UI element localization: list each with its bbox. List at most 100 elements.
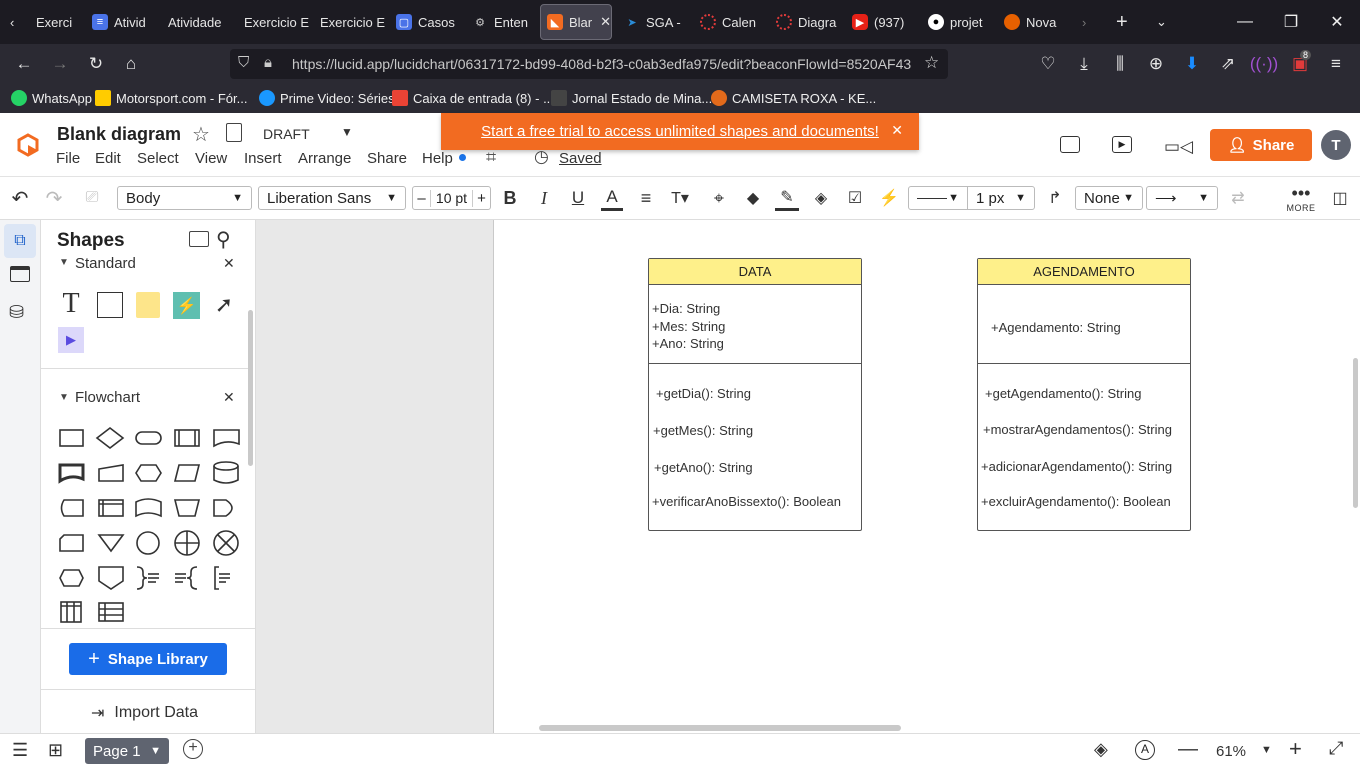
shapes-scrollbar[interactable]	[248, 310, 253, 466]
tab-12[interactable]: ▶ (937)	[846, 4, 918, 40]
tab-5[interactable]: Exercicio E	[314, 4, 386, 40]
shapes-tab-icon[interactable]: ⧉	[4, 224, 36, 258]
agenda-method-get[interactable]: +getAgendamento(): String	[985, 386, 1141, 401]
document-icon[interactable]	[226, 123, 242, 142]
home-icon[interactable]: ⌂	[117, 50, 145, 78]
menu-view[interactable]: View	[195, 150, 227, 167]
download-icon[interactable]: ⤓	[1070, 50, 1098, 78]
trial-banner[interactable]: Start a free trial to access unlimited s…	[441, 113, 919, 150]
tab-8-active[interactable]: ◣ Blar ✕	[540, 4, 612, 40]
line-style-select[interactable]: ▼	[908, 186, 968, 210]
forward-icon[interactable]: →	[46, 50, 74, 78]
sticky-note-shape[interactable]	[136, 292, 160, 318]
bookmark-whatsapp[interactable]: WhatsApp	[11, 90, 92, 106]
reload-icon[interactable]: ↻	[82, 50, 110, 78]
class-data-header[interactable]: DATA	[649, 259, 861, 285]
panel-toggle-icon[interactable]: ◫	[1328, 185, 1352, 211]
collapse-flowchart-icon[interactable]: ▼	[59, 392, 69, 403]
class-data[interactable]: DATA +Dia: String +Mes: String +Ano: Str…	[648, 258, 862, 531]
pages-tab-icon[interactable]	[10, 266, 30, 282]
canvas-vertical-scrollbar[interactable]	[1353, 358, 1358, 508]
format-painter-icon[interactable]: ⎚	[80, 185, 104, 211]
tab-scroll-right-button[interactable]: ›	[1076, 4, 1096, 40]
arrow-shape[interactable]: ➚	[211, 292, 237, 318]
agenda-attribute[interactable]: +Agendamento: String	[991, 320, 1121, 335]
close-flowchart-icon[interactable]: ✕	[223, 389, 235, 406]
undo-icon[interactable]: ↶	[8, 185, 32, 211]
page-tab[interactable]: Page 1 ▼	[85, 738, 169, 764]
redo-icon[interactable]: ↷	[42, 185, 66, 211]
tab-13[interactable]: ● projet	[922, 4, 994, 40]
layers-icon[interactable]: ◈	[1094, 739, 1108, 760]
avatar[interactable]: T	[1321, 130, 1351, 160]
tab-10[interactable]: Calen	[694, 4, 766, 40]
bookmark-star-icon[interactable]: ☆	[924, 53, 939, 73]
tab-7[interactable]: ⚙ Enten	[466, 4, 538, 40]
menu-share[interactable]: Share	[367, 150, 407, 167]
data-attribute-dia[interactable]: +Dia: String	[652, 301, 720, 316]
tab-2[interactable]: ≡ Ativid	[86, 4, 156, 40]
tab-scroll-left-button[interactable]: ‹	[4, 4, 26, 40]
tab-9[interactable]: ➤ SGA -	[618, 4, 690, 40]
data-attribute-mes[interactable]: +Mes: String	[652, 319, 725, 334]
bookmark-estado-minas[interactable]: Jornal Estado de Mina...	[551, 90, 712, 106]
bookmark-gmail[interactable]: Caixa de entrada (8) - ...	[392, 90, 554, 106]
opacity-icon[interactable]: ◈	[809, 185, 833, 211]
close-standard-icon[interactable]: ✕	[223, 255, 235, 272]
agenda-method-mostrar[interactable]: +mostrarAgendamentos(): String	[983, 422, 1172, 437]
menu-help[interactable]: Help	[422, 150, 453, 167]
line-end-select[interactable]: ⟶ ▼	[1146, 186, 1218, 210]
agenda-method-adicionar[interactable]: +adicionarAgendamento(): String	[981, 459, 1172, 474]
text-options-icon[interactable]: T▾	[668, 185, 692, 211]
line-start-select[interactable]: None ▼	[1075, 186, 1143, 210]
share-page-icon[interactable]: ⇗	[1214, 50, 1242, 78]
extension-download-icon[interactable]: ⬇	[1178, 50, 1206, 78]
zoom-level[interactable]: 61%	[1216, 743, 1246, 760]
bookmark-camiseta[interactable]: CAMISETA ROXA - KE...	[711, 90, 876, 106]
align-icon[interactable]: ≡	[635, 185, 657, 211]
extension-alert-icon[interactable]: ▣ 8	[1286, 50, 1314, 78]
zoom-dropdown-icon[interactable]: ▼	[1261, 744, 1272, 756]
flowchart-shapes-grid[interactable]	[55, 425, 245, 625]
lightning-shape[interactable]: ⚡	[173, 292, 200, 319]
close-window-button[interactable]: ✕	[1314, 0, 1360, 44]
data-attribute-ano[interactable]: +Ano: String	[652, 336, 724, 351]
present-icon[interactable]: ▶	[1112, 136, 1132, 153]
fill-color-icon[interactable]: ◆	[741, 185, 765, 211]
menu-arrange[interactable]: Arrange	[298, 150, 351, 167]
bookmark-prime-video[interactable]: Prime Video: Séries	[259, 90, 395, 106]
canvas-margin[interactable]	[256, 220, 493, 733]
more-button[interactable]: ••• MORE	[1284, 183, 1318, 217]
bookmark-motorsport[interactable]: Motorsport.com - Fór...	[95, 90, 247, 106]
font-family-select[interactable]: Liberation Sans ▼	[258, 186, 406, 210]
globe-icon[interactable]: ⊕	[1142, 50, 1170, 78]
url-bar[interactable]: ⛉ 🔒︎ https://lucid.app/lucidchart/063171…	[230, 49, 948, 79]
zoom-in-button[interactable]: +	[1289, 736, 1302, 762]
text-style-select[interactable]: Body ▼	[117, 186, 252, 210]
podcast-icon[interactable]: ((·))	[1250, 50, 1278, 78]
video-icon[interactable]: ▭◁	[1164, 137, 1193, 157]
play-shape[interactable]: ▶	[58, 327, 84, 353]
close-banner-icon[interactable]: ✕	[891, 122, 903, 139]
import-data-button[interactable]: ⇥ Import Data	[91, 703, 198, 723]
diagram-canvas[interactable]: DATA +Dia: String +Mes: String +Ano: Str…	[493, 220, 1360, 733]
data-method-getano[interactable]: +getAno(): String	[654, 460, 753, 475]
tab-4[interactable]: Exercicio E	[238, 4, 310, 40]
position-icon[interactable]: ⌖	[707, 185, 731, 211]
text-shape[interactable]: T	[57, 288, 85, 319]
data-tab-icon[interactable]: ⛁	[9, 302, 24, 323]
new-tab-button[interactable]: +	[1110, 4, 1134, 40]
swap-icon[interactable]: ⇄	[1226, 185, 1250, 211]
underline-button[interactable]: U	[567, 185, 589, 211]
minimize-button[interactable]: —	[1222, 0, 1268, 44]
saved-status[interactable]: Saved	[559, 150, 602, 167]
magic-wand-icon[interactable]: ⚡	[877, 185, 901, 211]
share-button[interactable]: 👤︎ Share	[1210, 129, 1312, 161]
data-method-getmes[interactable]: +getMes(): String	[653, 423, 753, 438]
close-tab-icon[interactable]: ✕	[600, 14, 611, 30]
italic-button[interactable]: I	[533, 185, 555, 211]
tab-1[interactable]: Exerci	[30, 4, 82, 40]
accessibility-icon[interactable]: A	[1135, 740, 1155, 760]
menu-icon[interactable]: ≡	[1322, 50, 1350, 78]
maximize-button[interactable]: ❐	[1268, 0, 1314, 44]
